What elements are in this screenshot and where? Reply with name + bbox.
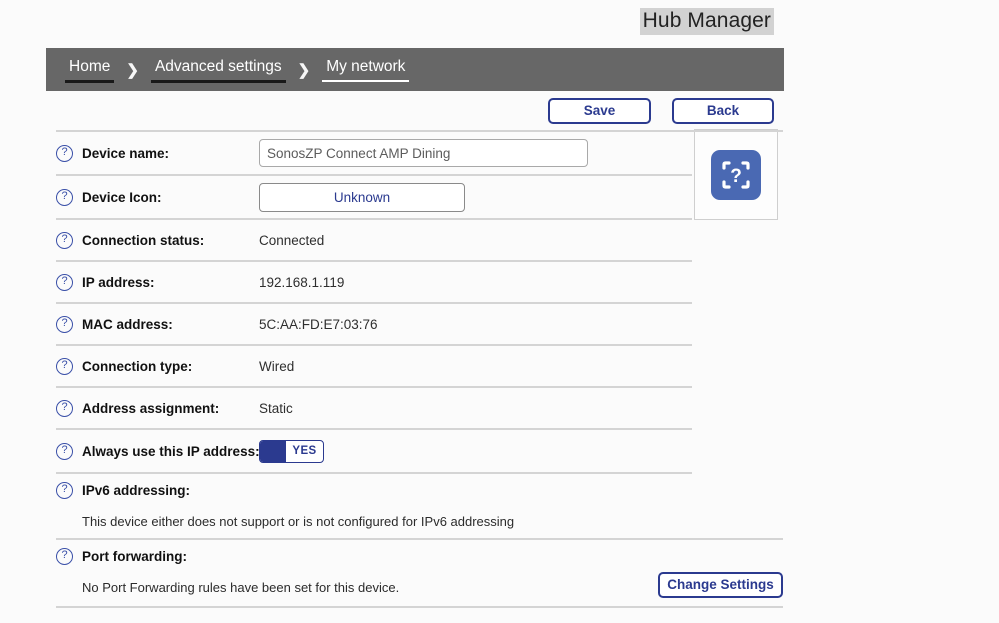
row-connection-type: ? Connection type: Wired — [56, 346, 783, 386]
label-cell: ? Connection type: — [56, 357, 259, 375]
row-label: IP address: — [82, 274, 155, 290]
change-settings-button[interactable]: Change Settings — [658, 572, 783, 598]
help-icon[interactable]: ? — [56, 442, 73, 460]
row-ipv6-addressing: ? IPv6 addressing: — [56, 474, 783, 506]
row-device-name: ? Device name: — [56, 132, 783, 174]
back-button[interactable]: Back — [672, 98, 774, 124]
device-icon-select-button[interactable]: Unknown — [259, 182, 465, 212]
row-connection-status: ? Connection status: Connected — [56, 220, 783, 260]
row-label: Connection type: — [82, 358, 193, 374]
port-forwarding-row: No Port Forwarding rules have been set f… — [56, 572, 783, 606]
label-cell: ? Always use this IP address: — [56, 442, 260, 460]
row-label: MAC address: — [82, 316, 173, 332]
ipv6-status-text: This device either does not support or i… — [82, 514, 515, 529]
breadcrumb-item-advanced-settings[interactable]: Advanced settings — [150, 57, 286, 83]
help-icon[interactable]: ? — [56, 273, 73, 291]
label-cell: ? MAC address: — [56, 315, 259, 333]
row-port-forwarding: ? Port forwarding: — [56, 540, 783, 572]
label-cell: ? Device name: — [56, 144, 259, 162]
device-name-input[interactable] — [259, 139, 588, 167]
help-icon[interactable]: ? — [56, 144, 73, 162]
row-device-icon: ? Device Icon: Unknown — [56, 176, 783, 218]
label-cell: ? Device Icon: — [56, 188, 259, 206]
row-value: Wired — [259, 358, 295, 374]
toggle-label: YES — [292, 445, 317, 457]
help-icon[interactable]: ? — [56, 188, 73, 206]
row-label: IPv6 addressing: — [82, 482, 191, 498]
row-value: 5C:AA:FD:E7:03:76 — [259, 316, 378, 332]
breadcrumb: Home ❯ Advanced settings ❯ My network — [46, 48, 784, 91]
help-icon[interactable]: ? — [56, 231, 73, 249]
row-address-assignment: ? Address assignment: Static — [56, 388, 783, 428]
always-use-ip-toggle[interactable]: YES — [259, 439, 324, 463]
help-icon[interactable]: ? — [56, 357, 73, 375]
row-label: Port forwarding: — [82, 548, 187, 564]
row-label: Connection status: — [82, 232, 205, 248]
help-icon[interactable]: ? — [56, 315, 73, 333]
row-value: Static — [259, 400, 293, 416]
breadcrumb-item-home[interactable]: Home — [65, 57, 115, 83]
help-icon[interactable]: ? — [56, 481, 73, 499]
chevron-right-icon: ❯ — [126, 61, 139, 79]
page-title: Hub Manager — [639, 8, 774, 35]
row-mac-address: ? MAC address: 5C:AA:FD:E7:03:76 — [56, 304, 783, 344]
row-label: Always use this IP address: — [82, 443, 260, 459]
toggle-knob — [260, 440, 286, 462]
title-bar: Hub Manager — [0, 0, 999, 46]
row-label: Address assignment: — [82, 400, 220, 416]
row-label: Device Icon: — [82, 189, 162, 205]
divider — [56, 606, 783, 608]
breadcrumb-item-my-network[interactable]: My network — [322, 57, 410, 82]
help-icon[interactable]: ? — [56, 399, 73, 417]
label-cell: ? Address assignment: — [56, 399, 259, 417]
row-label: Device name: — [82, 145, 170, 161]
action-button-row: Save Back — [46, 98, 784, 126]
label-cell: ? Connection status: — [56, 231, 259, 249]
device-details-panel: ? Device name: ? Device Icon: Unknown ? … — [56, 130, 783, 608]
label-cell: ? IP address: — [56, 273, 259, 291]
chevron-right-icon: ❯ — [297, 61, 311, 79]
row-ip-address: ? IP address: 192.168.1.119 — [56, 262, 783, 302]
save-button[interactable]: Save — [548, 98, 651, 124]
row-value: 192.168.1.119 — [259, 274, 345, 290]
row-value: Connected — [259, 232, 325, 248]
row-always-use-ip: ? Always use this IP address: YES — [56, 430, 783, 472]
help-icon[interactable]: ? — [56, 547, 73, 565]
